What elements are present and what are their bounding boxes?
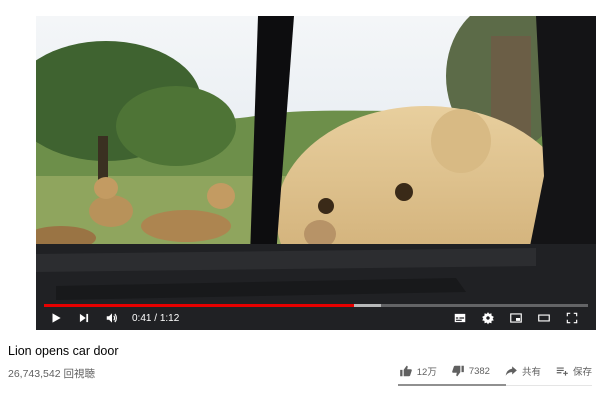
time-separator: / <box>154 312 158 324</box>
time-display: 0:41 / 1:12 <box>132 313 179 324</box>
play-button[interactable] <box>46 308 66 328</box>
dislike-count: 7382 <box>468 365 490 377</box>
next-button[interactable] <box>74 308 94 328</box>
miniplayer-button[interactable] <box>506 308 526 328</box>
theater-icon <box>538 314 550 322</box>
duration: 1:12 <box>159 312 180 324</box>
play-icon <box>52 313 61 323</box>
volume-button[interactable] <box>102 308 122 328</box>
view-count: 26,743,542 回視聴 <box>8 368 95 380</box>
miniplayer-icon <box>510 313 522 323</box>
current-time: 0:41 <box>132 312 152 324</box>
sentiment-bar-fill <box>398 384 506 386</box>
save-label: 保存 <box>572 367 592 378</box>
next-icon <box>79 313 89 323</box>
video-frame <box>36 16 596 330</box>
fullscreen-icon <box>566 312 578 324</box>
settings-button[interactable] <box>478 308 498 328</box>
subtitles-icon <box>454 313 466 323</box>
share-label: 共有 <box>521 367 541 378</box>
player-controls: 0:41 / 1:12 <box>36 306 596 330</box>
thumbs-down-icon <box>451 365 464 377</box>
volume-icon <box>106 313 117 323</box>
playlist-add-icon <box>556 367 568 376</box>
dislike-button[interactable]: 7382 <box>451 364 490 378</box>
settings-icon <box>482 312 494 325</box>
share-icon <box>505 366 517 376</box>
like-count: 12万 <box>416 367 437 378</box>
thumbs-up-icon <box>399 365 412 377</box>
video-title: Lion opens car door <box>8 344 119 358</box>
save-button[interactable]: 保存 <box>555 364 592 378</box>
video-actions: 12万 7382 共有 保存 <box>385 364 592 378</box>
fullscreen-button[interactable] <box>562 308 582 328</box>
theater-mode-button[interactable] <box>534 308 554 328</box>
like-button[interactable]: 12万 <box>399 364 437 378</box>
share-button[interactable]: 共有 <box>504 364 541 378</box>
video-player[interactable]: 0:41 / 1:12 <box>36 16 596 330</box>
subtitles-button[interactable] <box>450 308 470 328</box>
